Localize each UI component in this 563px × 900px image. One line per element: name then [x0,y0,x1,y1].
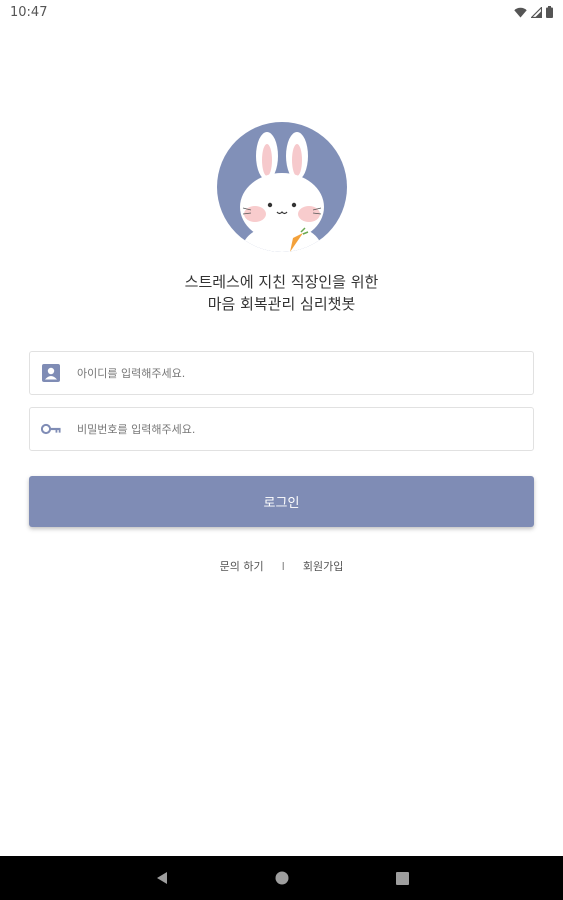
status-time: 10:47 [10,4,48,20]
id-input[interactable] [75,351,533,395]
tagline-line-1: 스트레스에 지친 직장인을 위한 [184,273,379,291]
cell-signal-icon [531,6,542,18]
home-circle-icon[interactable] [262,856,302,900]
battery-icon [546,6,553,18]
link-separator: I [281,559,285,573]
password-input[interactable] [75,407,533,451]
back-triangle-icon[interactable] [142,856,182,900]
login-button[interactable]: 로그인 [29,476,534,527]
status-bar: 10:47 [0,0,563,24]
bunny-mascot-avatar [217,122,347,252]
contact-card-icon [41,363,61,383]
app-tagline: 스트레스에 지친 직장인을 위한 마음 회복관리 심리챗봇 [0,271,563,315]
bunny-illustration [240,132,324,252]
key-icon [41,419,61,439]
status-icons [514,6,553,18]
password-field[interactable] [29,407,534,451]
inquiry-link[interactable]: 문의 하기 [220,558,264,574]
tagline-line-2: 마음 회복관리 심리챗봇 [207,295,356,313]
signup-link[interactable]: 회원가입 [303,558,343,574]
footer-links: 문의 하기 I 회원가입 [0,558,563,574]
system-navigation-bar [0,856,563,900]
recents-square-icon[interactable] [382,856,422,900]
id-field[interactable] [29,351,534,395]
wifi-icon [514,7,527,17]
